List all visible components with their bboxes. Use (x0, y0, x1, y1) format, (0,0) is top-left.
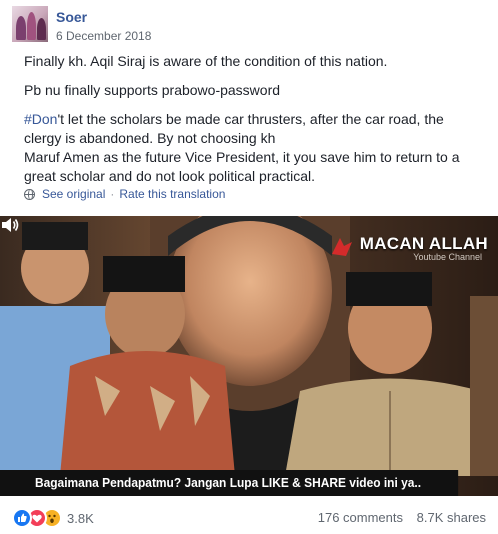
translation-bar: See original · Rate this translation (24, 187, 225, 201)
reaction-count[interactable]: 3.8K (67, 511, 94, 526)
volume-icon[interactable] (0, 216, 20, 234)
author-name[interactable]: Soer (56, 9, 87, 25)
post-footer: 3.8K 176 comments 8.7K shares (12, 506, 486, 530)
post-text: Finally kh. Aqil Siraj is aware of the c… (24, 52, 479, 186)
channel-logo-icon (331, 238, 352, 256)
like-icon (12, 508, 32, 528)
post-paragraph: Pb nu finally supports prabowo-password (24, 82, 281, 98)
post-header: Soer 6 December 2018 (12, 4, 482, 48)
channel-watermark: MACAN ALLAH Youtube Channel (331, 234, 488, 262)
post-paragraph: Finally kh. Aqil Siraj is aware of the c… (24, 53, 388, 69)
rate-translation-link[interactable]: Rate this translation (119, 187, 225, 201)
post-paragraph-text: Maruf Amen as the future Vice President,… (24, 149, 460, 184)
comments-count-link[interactable]: 176 comments (318, 510, 403, 525)
video-caption: Bagaimana Pendapatmu? Jangan Lupa LIKE &… (0, 470, 459, 496)
reactions-summary[interactable]: 3.8K (12, 508, 94, 528)
video-player[interactable]: MACAN ALLAH Youtube Channel Bagaimana Pe… (0, 216, 498, 496)
shares-count-link[interactable]: 8.7K shares (417, 510, 486, 525)
engagement-stats: 176 comments 8.7K shares (318, 510, 486, 525)
see-original-link[interactable]: See original (42, 187, 105, 201)
avatar[interactable] (12, 6, 48, 42)
post-paragraph: #Don't let the scholars be made car thru… (24, 110, 479, 186)
post-paragraph-text: 't let the scholars be made car thruster… (24, 111, 444, 146)
post-timestamp[interactable]: 6 December 2018 (56, 29, 151, 43)
channel-name: MACAN ALLAH (359, 234, 488, 253)
globe-icon (24, 188, 35, 200)
separator-dot: · (110, 187, 115, 201)
hashtag-link[interactable]: #Don (24, 111, 57, 127)
